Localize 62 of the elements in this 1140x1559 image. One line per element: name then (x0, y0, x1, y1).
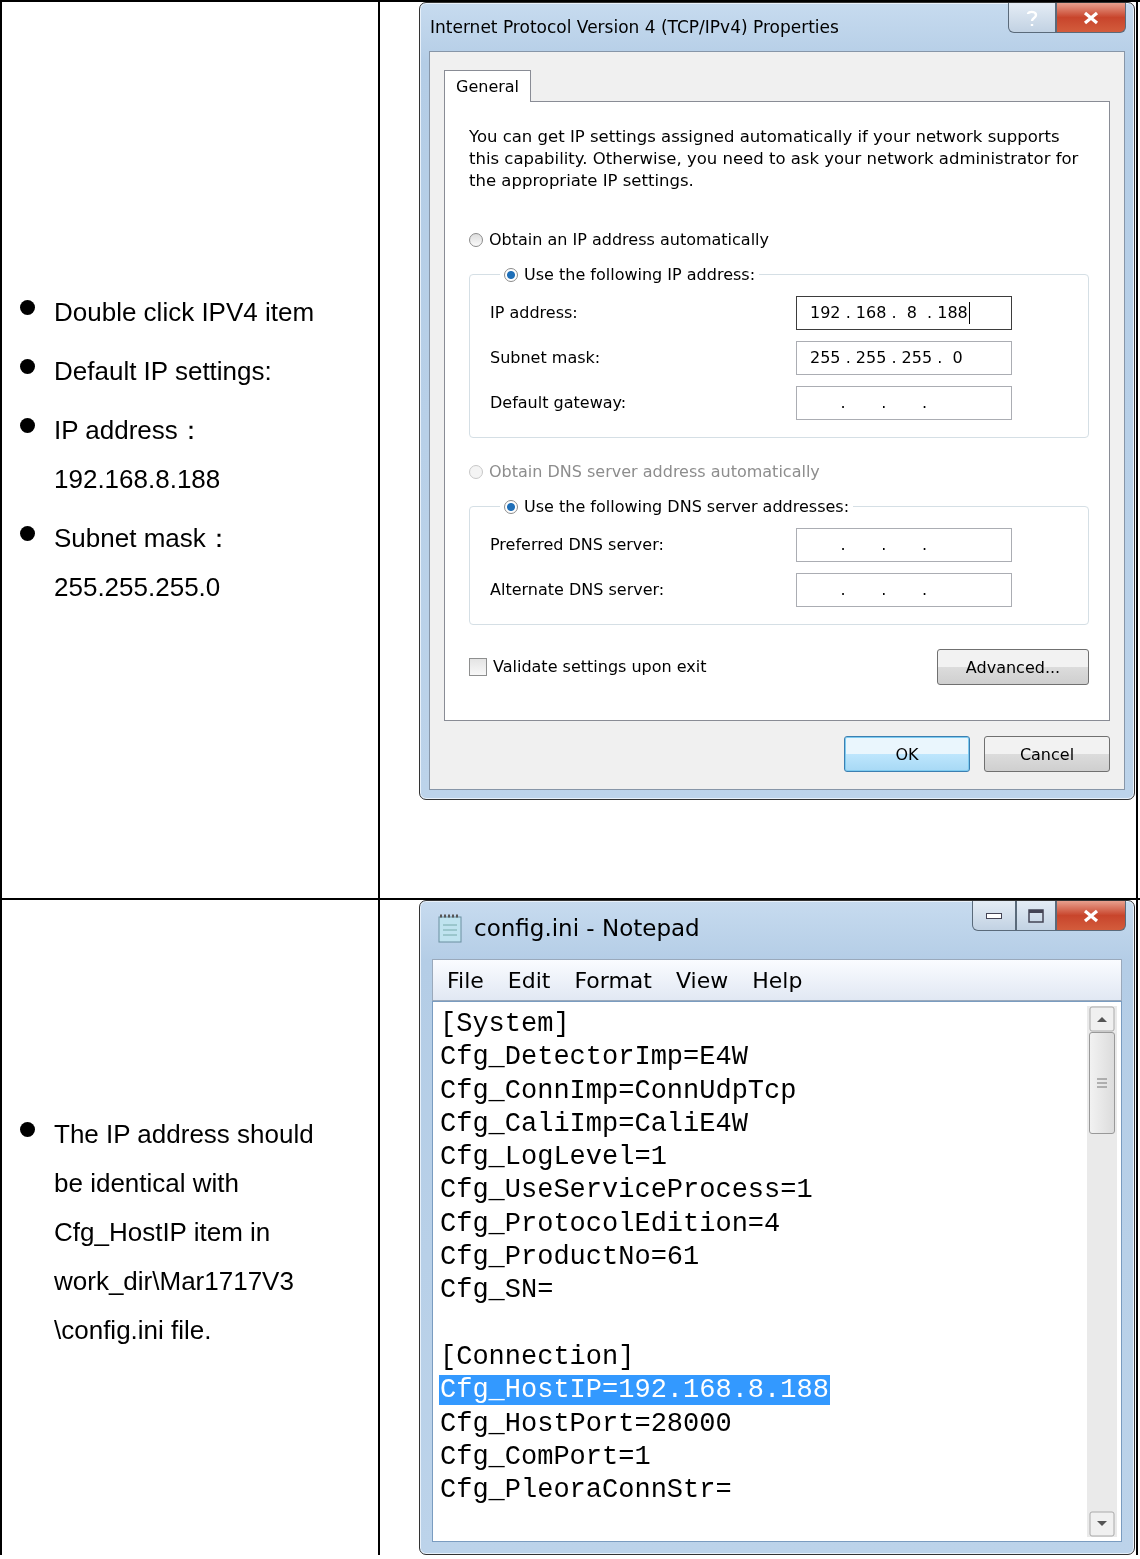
close-button[interactable] (1056, 3, 1126, 33)
bullet-icon (20, 418, 35, 433)
menu-item[interactable]: View (675, 967, 729, 993)
bullet-icon (20, 359, 35, 374)
text-line: Cfg_ConnImp=ConnUdpTcp (439, 1075, 798, 1106)
menu-item[interactable]: Format (574, 967, 652, 993)
maximize-button[interactable] (1016, 901, 1056, 931)
text-line: Cfg_ProtocolEdition=4 (439, 1208, 782, 1239)
text-line: Cfg_LogLevel=1 (439, 1142, 668, 1173)
text-line: Cfg_DetectorImp=E4W (439, 1042, 749, 1073)
text-line: Cfg_CaliImp=CaliE4W (439, 1108, 749, 1139)
dialog-button[interactable]: OK (844, 736, 970, 772)
ip-address-field[interactable]: 255 . 255 . 255 . 0 (796, 340, 1012, 375)
field-label: Default gateway: (490, 393, 627, 412)
scroll-down-icon (1089, 1511, 1115, 1537)
dialog-button[interactable]: Cancel (984, 736, 1110, 772)
ip-address-field[interactable]: . . . (796, 572, 1012, 607)
text-line: Cfg_PleoraConnStr= (439, 1475, 733, 1506)
ip-address-field[interactable]: 192 . 168 . 8 . 188 (796, 295, 1012, 330)
ip-address-field[interactable]: . . . (796, 527, 1012, 562)
text-line: [Connection] (439, 1341, 636, 1372)
bullet-icon (20, 300, 35, 315)
text-line: Cfg_SN= (439, 1275, 555, 1306)
radio-option[interactable]: Use the following IP address: (504, 265, 756, 284)
minimize-icon (986, 912, 1002, 919)
menu-item[interactable]: Help (752, 967, 803, 993)
scroll-thumb[interactable] (1089, 1032, 1115, 1134)
description-text: You can get IP settings assigned automatically if your network supports this capability. Otherwise, you need to ask your network administrator for the appropriate IP settings. (469, 126, 1080, 192)
window-title: config.ini - Notepad (474, 915, 700, 941)
radio-option[interactable]: Use the following DNS server addresses: (504, 497, 850, 516)
bullet-text: IP address： 192.168.8.188 (54, 414, 221, 496)
maximize-icon (1026, 906, 1046, 925)
ip-address-field[interactable]: . . . (796, 385, 1012, 420)
text-line: Cfg_ProductNo=61 (439, 1242, 701, 1273)
bullet-text: Subnet mask： 255.255.255.0 (54, 522, 232, 604)
help-button[interactable] (1008, 3, 1056, 33)
advanced-button[interactable]: Advanced... (937, 649, 1089, 685)
field-label: IP address: (490, 303, 578, 322)
bullet-icon (20, 526, 35, 541)
text-line: Cfg_UseServiceProcess=1 (439, 1175, 814, 1206)
window-title: Internet Protocol Version 4 (TCP/IPv4) Properties (430, 17, 839, 37)
scrollbar[interactable] (1087, 1006, 1117, 1537)
text-line: Cfg_HostPort=28000 (439, 1408, 733, 1439)
menu-item[interactable]: Edit (507, 967, 551, 993)
text-line: Cfg_ComPort=1 (439, 1441, 652, 1472)
field-label: Alternate DNS server: (490, 580, 665, 599)
minimize-button[interactable] (972, 901, 1016, 931)
bullet-text: The IP address should be identical with Cfg_HostIP item in work_dir\Mar1717V3 \config.ini file. (54, 1118, 314, 1347)
close-button[interactable] (1056, 901, 1126, 931)
field-label: Preferred DNS server: (490, 535, 664, 554)
field-label: Subnet mask: (490, 348, 601, 367)
radio-option[interactable]: Obtain an IP address automatically (469, 230, 1089, 249)
checkbox-option[interactable]: Validate settings upon exit (469, 657, 707, 676)
tab[interactable]: General (444, 70, 532, 102)
scroll-up-icon (1089, 1006, 1115, 1032)
notepad-icon (436, 913, 464, 943)
bullet-text: Double click IPV4 item (54, 296, 315, 329)
grip-icon (1096, 1077, 1108, 1089)
bullet-text: Default IP settings: (54, 355, 272, 388)
bullet-icon (20, 1122, 35, 1137)
text-line: [System] (439, 1009, 571, 1039)
menu-item[interactable]: File (447, 967, 484, 993)
